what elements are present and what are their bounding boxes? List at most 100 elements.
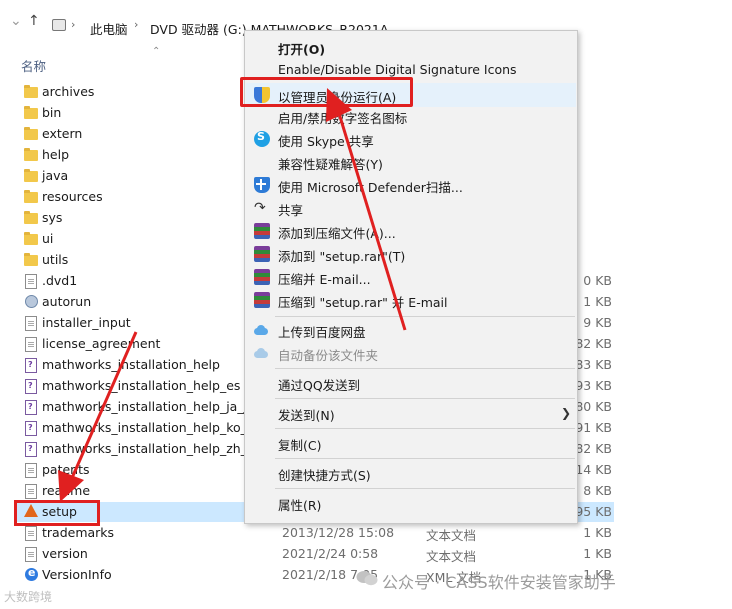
menu-separator bbox=[275, 368, 575, 369]
folder-icon bbox=[24, 253, 38, 266]
file-date: 2013/12/28 15:08 bbox=[282, 525, 395, 540]
file-name: archives bbox=[42, 84, 95, 99]
file-size: 0 KB bbox=[583, 273, 612, 288]
file-size: 82 KB bbox=[575, 336, 612, 351]
folder-icon bbox=[24, 211, 38, 224]
menu-separator bbox=[275, 398, 575, 399]
menu-separator bbox=[275, 488, 575, 489]
menu-item-send-to[interactable]: 发送到(N) ❯ bbox=[245, 402, 577, 424]
sort-ascending-icon: ⌃ bbox=[152, 46, 161, 57]
file-name: trademarks bbox=[42, 525, 115, 540]
file-icon bbox=[25, 274, 37, 289]
menu-item-compress-setup-email[interactable]: 压缩到 "setup.rar" 并 E-mail bbox=[245, 289, 577, 311]
menu-item-label: 发送到(N) bbox=[278, 408, 335, 423]
menu-item-compatibility[interactable]: 兼容性疑难解答(Y) bbox=[245, 151, 577, 173]
file-name: java bbox=[42, 168, 69, 183]
file-icon bbox=[25, 526, 37, 541]
winrar-icon bbox=[254, 246, 270, 262]
defender-icon bbox=[254, 177, 270, 193]
file-name: help bbox=[42, 147, 70, 162]
file-size: 82 KB bbox=[575, 441, 612, 456]
chevron-right-icon: ❯ bbox=[561, 406, 572, 420]
help-file-icon bbox=[25, 379, 37, 394]
menu-item-create-shortcut[interactable]: 创建快捷方式(S) bbox=[245, 462, 577, 484]
menu-item-open[interactable]: 打开(O) bbox=[245, 36, 577, 58]
settings-file-icon bbox=[25, 295, 38, 308]
file-icon bbox=[25, 547, 37, 562]
file-name: ui bbox=[42, 231, 54, 246]
file-name: readme bbox=[42, 483, 91, 498]
winrar-icon bbox=[254, 223, 270, 239]
menu-item-label: 压缩到 "setup.rar" 并 E-mail bbox=[278, 295, 448, 310]
folder-icon bbox=[24, 190, 38, 203]
menu-item-label: 共享 bbox=[278, 203, 304, 218]
menu-separator bbox=[275, 428, 575, 429]
skype-icon bbox=[254, 130, 270, 147]
file-size: 1 KB bbox=[583, 294, 612, 309]
chevron-down-icon[interactable]: ⌄ bbox=[10, 13, 22, 29]
watermark-text: 公众号 · CASS软件安装管家助手 bbox=[382, 573, 616, 592]
up-arrow-icon[interactable]: ↑ bbox=[28, 13, 40, 29]
menu-item-add-archive[interactable]: 添加到压缩文件(A)... bbox=[245, 220, 577, 242]
menu-item-label: 上传到百度网盘 bbox=[278, 325, 366, 340]
menu-item-label: 使用 Skype 共享 bbox=[278, 134, 374, 149]
file-icon bbox=[25, 463, 37, 478]
file-size: 93 KB bbox=[575, 378, 612, 393]
xml-file-icon bbox=[25, 566, 38, 581]
file-icon bbox=[25, 316, 37, 331]
menu-item-copy[interactable]: 复制(C) bbox=[245, 432, 577, 454]
menu-item-label: 使用 Microsoft Defender扫描... bbox=[278, 180, 463, 195]
menu-item-add-setup-rar[interactable]: 添加到 "setup.rar"(T) bbox=[245, 243, 577, 265]
baidu-cloud-icon bbox=[254, 348, 270, 364]
menu-item-compress-email[interactable]: 压缩并 E-mail... bbox=[245, 266, 577, 288]
name-column-header[interactable]: 名称 bbox=[21, 56, 46, 75]
menu-item-label: 压缩并 E-mail... bbox=[278, 272, 371, 287]
file-size: 8 KB bbox=[583, 483, 612, 498]
file-name: resources bbox=[42, 189, 103, 204]
file-name: installer_input bbox=[42, 315, 131, 330]
menu-item-label: Enable/Disable Digital Signature Icons bbox=[278, 62, 517, 77]
drive-icon bbox=[52, 19, 66, 31]
folder-icon bbox=[24, 85, 38, 98]
file-name: sys bbox=[42, 210, 63, 225]
menu-item-label: 属性(R) bbox=[278, 498, 322, 513]
file-name: bin bbox=[42, 105, 62, 120]
baidu-cloud-icon bbox=[254, 325, 270, 341]
menu-item-label: 打开(O) bbox=[278, 42, 326, 57]
file-name: mathworks_installation_help_ja_JP bbox=[42, 399, 255, 414]
file-name: extern bbox=[42, 126, 83, 141]
file-type: 文本文档 bbox=[426, 528, 477, 543]
file-name: mathworks_installation_help_es bbox=[42, 378, 241, 393]
menu-item-baidu-upload[interactable]: 上传到百度网盘 bbox=[245, 319, 577, 341]
corner-watermark: 大数跨境 bbox=[4, 590, 53, 604]
list-item[interactable]: version 2021/2/24 0:58 文本文档 1 KB bbox=[14, 544, 614, 564]
help-file-icon bbox=[25, 358, 37, 373]
file-name: utils bbox=[42, 252, 69, 267]
folder-icon bbox=[24, 169, 38, 182]
setup-highlight-box bbox=[14, 500, 100, 526]
menu-item-qq-send[interactable]: 通过QQ发送到 bbox=[245, 372, 577, 394]
file-icon bbox=[25, 484, 37, 499]
file-name: license_agreement bbox=[42, 336, 161, 351]
file-name: mathworks_installation_help_ko_KR bbox=[42, 420, 264, 435]
breadcrumb-this-pc[interactable]: 此电脑 bbox=[90, 19, 128, 38]
menu-item-toggle-signature-icons[interactable]: 启用/禁用数字签名图标 bbox=[245, 105, 577, 127]
file-name: mathworks_installation_help bbox=[42, 357, 220, 372]
file-date: 2021/2/24 0:58 bbox=[282, 546, 379, 561]
file-icon bbox=[25, 337, 37, 352]
menu-item-label: 通过QQ发送到 bbox=[278, 378, 361, 393]
menu-item-label: 兼容性疑难解答(Y) bbox=[278, 157, 383, 172]
file-type: 文本文档 bbox=[426, 549, 477, 564]
help-file-icon bbox=[25, 421, 37, 436]
folder-icon bbox=[24, 127, 38, 140]
file-size: 14 KB bbox=[575, 462, 612, 477]
menu-item-defender-scan[interactable]: 使用 Microsoft Defender扫描... bbox=[245, 174, 577, 196]
list-item[interactable]: trademarks 2013/12/28 15:08 文本文档 1 KB bbox=[14, 523, 614, 543]
menu-separator bbox=[275, 458, 575, 459]
menu-item-share[interactable]: ↷ 共享 bbox=[245, 197, 577, 219]
file-size: 1 KB bbox=[583, 546, 612, 561]
winrar-icon bbox=[254, 269, 270, 285]
menu-item-skype-share[interactable]: 使用 Skype 共享 bbox=[245, 128, 577, 150]
menu-item-baidu-backup[interactable]: 自动备份该文件夹 bbox=[245, 342, 577, 364]
menu-item-properties[interactable]: 属性(R) bbox=[245, 492, 577, 514]
